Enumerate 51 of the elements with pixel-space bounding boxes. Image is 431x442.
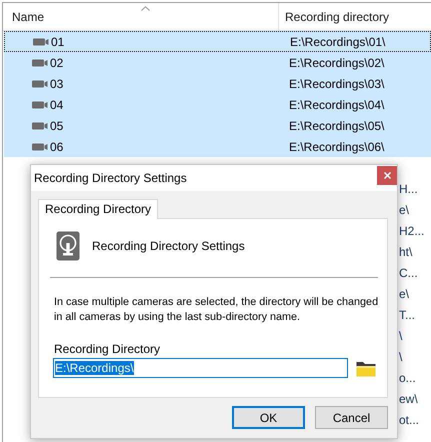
tab[interactable]: Recording Directory (38, 199, 158, 219)
directory-cell-text: E:\Recordings\04\ (288, 98, 384, 112)
camera-icon (32, 80, 48, 88)
camera-name: 05 (50, 118, 64, 132)
list-row[interactable]: 01 E:\Recordings\01\ (4, 31, 431, 52)
field-label: Recording Directory (54, 342, 162, 356)
directory-cell: e\ (399, 286, 410, 300)
directory-cell: ht\ (399, 244, 412, 258)
camera-name: 04 (50, 98, 64, 112)
window-title: Recording Directory Settings (34, 171, 187, 185)
directory-cell-text: E:\Recordings\05\ (288, 118, 384, 132)
directory-cell-text: E:\Recordings\02\ (288, 56, 384, 70)
directory-cell: H2... (399, 224, 424, 238)
directory-cell-text: E:\Recordings\06\ (288, 140, 384, 154)
list-row[interactable]: 06 E:\Recordings\06\ (4, 136, 431, 157)
column-header[interactable]: Name (3, 3, 279, 30)
camera-name: 03 (50, 76, 64, 90)
camera-icon (32, 58, 48, 66)
directory-cell: ot... (399, 412, 420, 426)
description-text: In case multiple cameras are selected, the directory will be changed in all cameras by using the last sub-directory name. (54, 295, 380, 325)
close-button[interactable] (377, 166, 397, 184)
list-row[interactable]: 03 E:\Recordings\03\ (4, 73, 431, 94)
camera-name: 01 (51, 34, 64, 48)
sort-icon (141, 6, 150, 11)
camera-icon (32, 100, 48, 108)
directory-cell: ew\ (399, 392, 418, 406)
camera-name: 02 (50, 56, 64, 70)
directory-cell: C... (399, 266, 418, 280)
directory-cell-text: E:\Recordings\01\ (289, 34, 386, 48)
camera-icon (32, 142, 48, 150)
directory-cell: e\ (399, 202, 410, 216)
directory-cell: H... (399, 182, 418, 196)
directory-cell: o... (399, 370, 416, 384)
directory-cell: \ (399, 328, 402, 342)
dialog-button[interactable]: Cancel (315, 406, 388, 429)
column-header[interactable]: Recording directory (279, 3, 431, 30)
camera-name: 06 (50, 140, 64, 154)
hard-drive-icon (56, 231, 80, 261)
close-icon (384, 172, 390, 178)
camera-icon (33, 38, 49, 46)
directory-cell: T... (399, 308, 416, 322)
section-heading: Recording Directory Settings (92, 239, 245, 253)
directory-cell-text: E:\Recordings\03\ (288, 76, 384, 90)
directory-cell: \ (399, 350, 402, 364)
dialog-button[interactable]: OK (232, 406, 305, 429)
directory-input-field[interactable]: E:\Recordings\ (53, 358, 348, 378)
list-row[interactable]: 04 E:\Recordings\04\ (4, 94, 431, 115)
camera-icon (32, 122, 48, 130)
list-row[interactable]: 05 E:\Recordings\05\ (4, 115, 431, 136)
folder-icon[interactable] (356, 360, 376, 376)
list-row[interactable]: 02 E:\Recordings\02\ (4, 52, 431, 73)
